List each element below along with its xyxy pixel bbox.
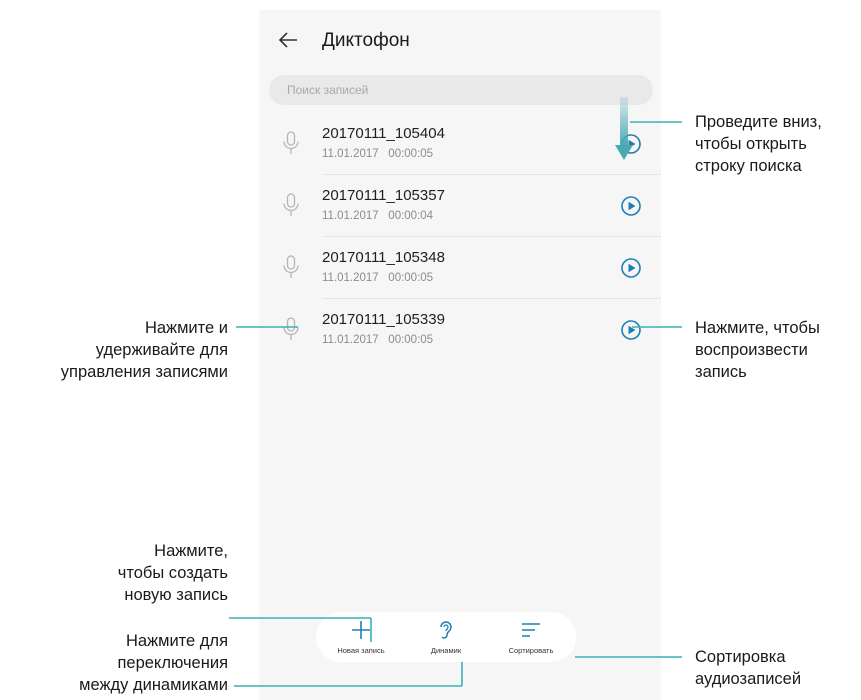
annotation-line: Нажмите, чтобы [695, 319, 820, 337]
recording-duration: 00:00:05 [388, 148, 434, 160]
annotation-swipe-down: Проведите вниз, чтобы открыть строку пои… [695, 111, 822, 177]
annotation-line: чтобы создать [117, 564, 228, 582]
annotation-line: Проведите вниз, [695, 113, 822, 131]
play-icon[interactable] [620, 319, 642, 341]
annotation-line: Нажмите, [154, 542, 228, 560]
recording-item[interactable]: 20170111_105348 11.01.2017 00:00:05 [259, 237, 661, 299]
play-icon[interactable] [620, 195, 642, 217]
play-icon[interactable] [620, 257, 642, 279]
recording-duration: 00:00:05 [388, 272, 434, 284]
sort-label: Сортировать [508, 646, 554, 655]
recording-meta: 11.01.2017 00:00:05 [322, 334, 433, 346]
search-bar[interactable] [269, 75, 653, 105]
app-header: Диктофон [259, 10, 661, 70]
recording-meta: 11.01.2017 00:00:04 [322, 210, 433, 222]
back-arrow-icon[interactable] [277, 29, 299, 51]
annotation-line: управления записями [60, 363, 228, 381]
annotation-switch-speaker: Нажмите для переключения между динамикам… [0, 630, 228, 696]
annotation-line: между динамиками [79, 676, 228, 694]
recording-date: 11.01.2017 [322, 148, 379, 160]
annotation-long-press: Нажмите и удерживайте для управления зап… [0, 317, 228, 383]
page-title: Диктофон [322, 30, 410, 51]
sort-icon [522, 623, 540, 637]
annotation-line: переключения [117, 654, 228, 672]
recording-meta: 11.01.2017 00:00:05 [322, 272, 433, 284]
swipe-down-arrow-icon [615, 97, 633, 160]
microphone-icon [283, 317, 299, 340]
new-record-label: Новая запись [337, 646, 385, 655]
recording-date: 11.01.2017 [322, 272, 379, 284]
recording-name: 20170111_105339 [322, 311, 445, 328]
annotation-line: запись [695, 363, 747, 381]
microphone-icon [283, 193, 299, 216]
recording-date: 11.01.2017 [322, 334, 379, 346]
ear-icon [440, 621, 452, 639]
annotation-sort: Сортировка аудиозаписей [695, 646, 801, 690]
speaker-label: Динамик [430, 646, 462, 655]
recording-name: 20170111_105348 [322, 249, 445, 266]
annotation-line: Нажмите для [125, 632, 228, 650]
recording-meta: 11.01.2017 00:00:05 [322, 148, 433, 160]
recording-date: 11.01.2017 [322, 210, 379, 222]
recording-item[interactable]: 20170111_105404 11.01.2017 00:00:05 [259, 113, 661, 175]
annotation-play: Нажмите, чтобы воспроизвести запись [695, 317, 820, 383]
recording-name: 20170111_105357 [322, 187, 445, 204]
sort-button[interactable]: Сортировать [491, 612, 571, 662]
annotation-line: аудиозаписей [695, 670, 802, 688]
annotation-new-record: Нажмите, чтобы создать новую запись [0, 540, 228, 606]
plus-icon [352, 621, 370, 639]
microphone-icon [283, 131, 299, 154]
annotation-line: строку поиска [695, 157, 802, 175]
recording-item[interactable]: 20170111_105357 11.01.2017 00:00:04 [259, 175, 661, 237]
annotation-line: воспроизвести [695, 341, 808, 359]
recording-duration: 00:00:05 [388, 334, 434, 346]
recording-duration: 00:00:04 [388, 210, 434, 222]
annotation-line: новую запись [124, 586, 228, 604]
new-record-button[interactable]: Новая запись [321, 612, 401, 662]
annotation-line: удерживайте для [95, 341, 228, 359]
search-input[interactable] [269, 75, 637, 105]
annotation-line: Сортировка [695, 648, 786, 666]
annotation-line: Нажмите и [144, 319, 228, 337]
recording-name: 20170111_105404 [322, 125, 445, 142]
speaker-button[interactable]: Динамик [406, 612, 486, 662]
annotation-line: чтобы открыть [695, 135, 807, 153]
recorder-screen: Диктофон 20170111_105404 11.01.2017 00:0… [259, 10, 661, 700]
recording-item[interactable]: 20170111_105339 11.01.2017 00:00:05 [259, 299, 661, 361]
bottom-toolbar: Новая запись Динамик Сортировать [316, 612, 576, 662]
microphone-icon [283, 255, 299, 278]
